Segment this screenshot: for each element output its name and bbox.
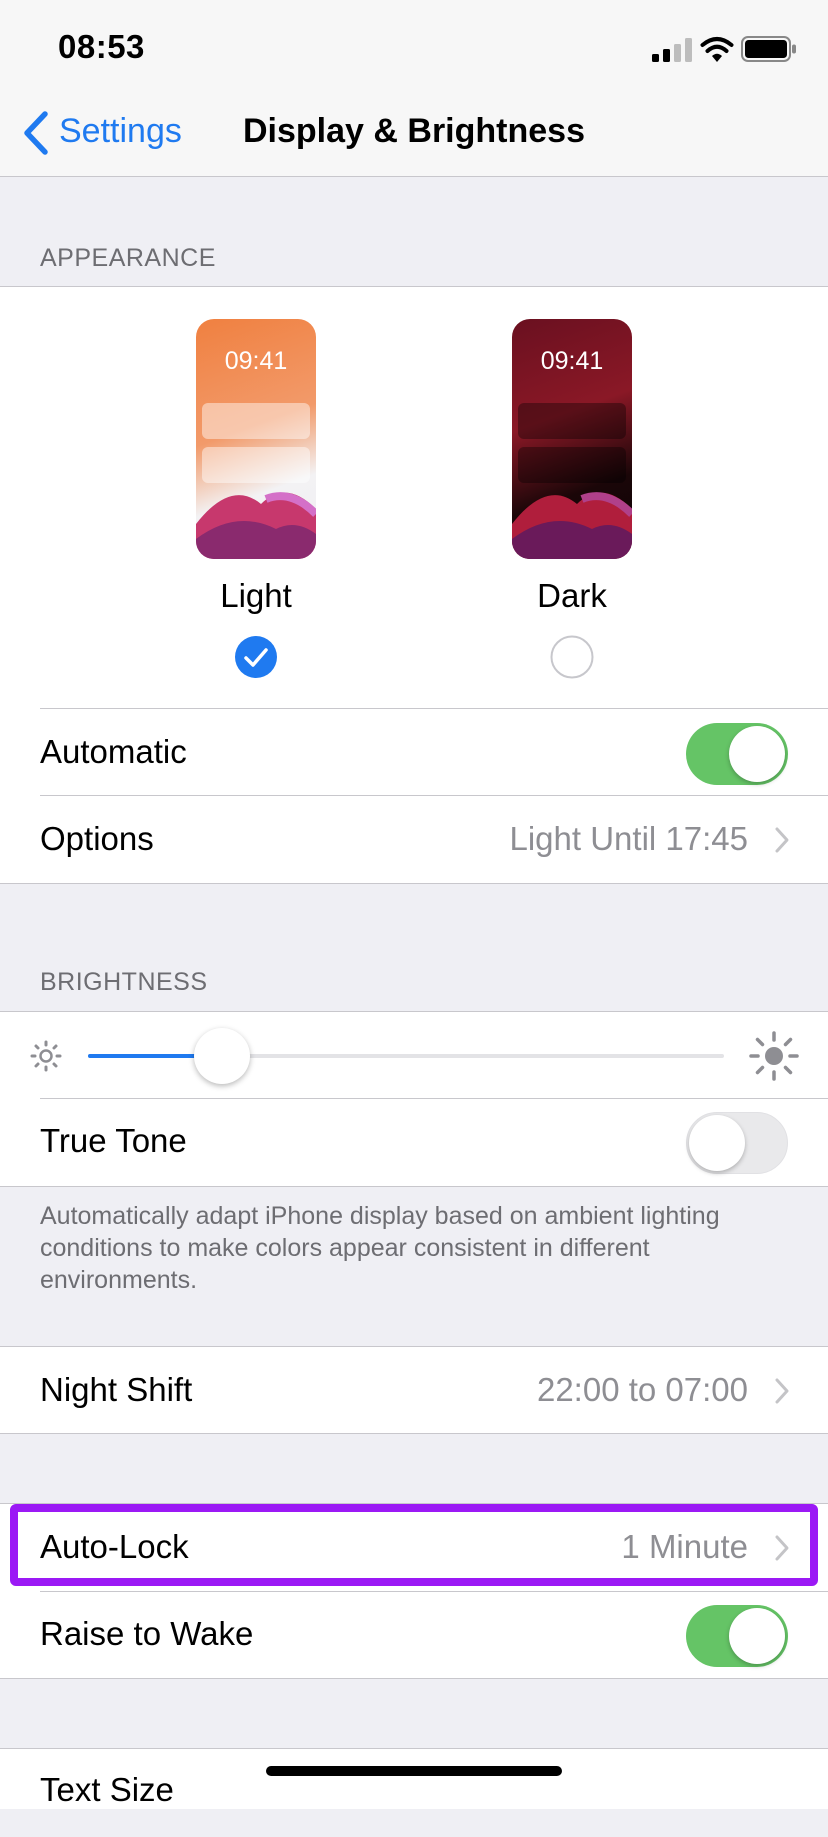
brightness-low-icon: [30, 1040, 62, 1072]
true-tone-label: True Tone: [40, 1122, 187, 1159]
options-value: Light Until 17:45: [509, 820, 749, 857]
options-label: Options: [40, 820, 154, 857]
text-size-group: Text Size: [0, 1748, 828, 1809]
automatic-toggle[interactable]: [686, 723, 788, 785]
night-shift-label: Night Shift: [40, 1371, 193, 1408]
raise-to-wake-label: Raise to Wake: [40, 1615, 254, 1652]
night-shift-group: Night Shift 22:00 to 07:00: [0, 1346, 828, 1434]
cellular-signal-icon: [652, 38, 692, 62]
true-tone-toggle[interactable]: [686, 1112, 788, 1174]
status-time: 08:53: [58, 28, 145, 65]
dark-mode-label: Dark: [537, 577, 607, 614]
auto-lock-highlight-box: [10, 1504, 818, 1586]
text-size-label: Text Size: [40, 1771, 174, 1808]
brightness-group: True Tone: [0, 1011, 828, 1187]
true-tone-footnote: Automatically adapt iPhone display based…: [40, 1202, 720, 1294]
chevron-right-icon: [775, 827, 789, 853]
appearance-section-header: APPEARANCE: [40, 244, 216, 272]
brightness-section-header: BRIGHTNESS: [40, 968, 208, 996]
raise-to-wake-toggle[interactable]: [686, 1605, 788, 1667]
brightness-slider-knob[interactable]: [194, 1028, 250, 1084]
night-shift-value: 22:00 to 07:00: [536, 1371, 748, 1408]
options-row[interactable]: Options Light Until 17:45: [0, 796, 828, 884]
wifi-icon: [700, 37, 734, 62]
light-mode-label: Light: [220, 577, 292, 614]
dark-unselected-radio-icon[interactable]: [550, 635, 594, 679]
night-shift-row[interactable]: Night Shift 22:00 to 07:00: [0, 1347, 828, 1435]
chevron-right-icon: [775, 1378, 789, 1404]
brightness-high-icon: [749, 1031, 799, 1081]
home-indicator: [266, 1766, 562, 1776]
brightness-slider[interactable]: [88, 1028, 724, 1084]
dark-preview-time: 09:41: [540, 347, 604, 375]
navigation-bar: Settings Display & Brightness: [0, 100, 828, 177]
true-tone-row: True Tone: [0, 1098, 828, 1186]
raise-to-wake-row: Raise to Wake: [0, 1591, 828, 1679]
page-title: Display & Brightness: [243, 112, 585, 150]
appearance-group: 09:41 09:41 Light Dark Automatic Options…: [0, 286, 828, 884]
dark-mode-preview[interactable]: 09:41: [512, 319, 632, 559]
battery-icon: [741, 36, 796, 62]
automatic-row: Automatic: [0, 709, 828, 797]
status-bar: 08:53: [0, 0, 828, 100]
light-mode-preview[interactable]: 09:41: [196, 319, 316, 559]
text-size-row[interactable]: Text Size: [0, 1749, 828, 1837]
automatic-label: Automatic: [40, 733, 187, 770]
light-preview-time: 09:41: [224, 347, 288, 375]
light-selected-checkmark-icon[interactable]: [234, 635, 278, 679]
